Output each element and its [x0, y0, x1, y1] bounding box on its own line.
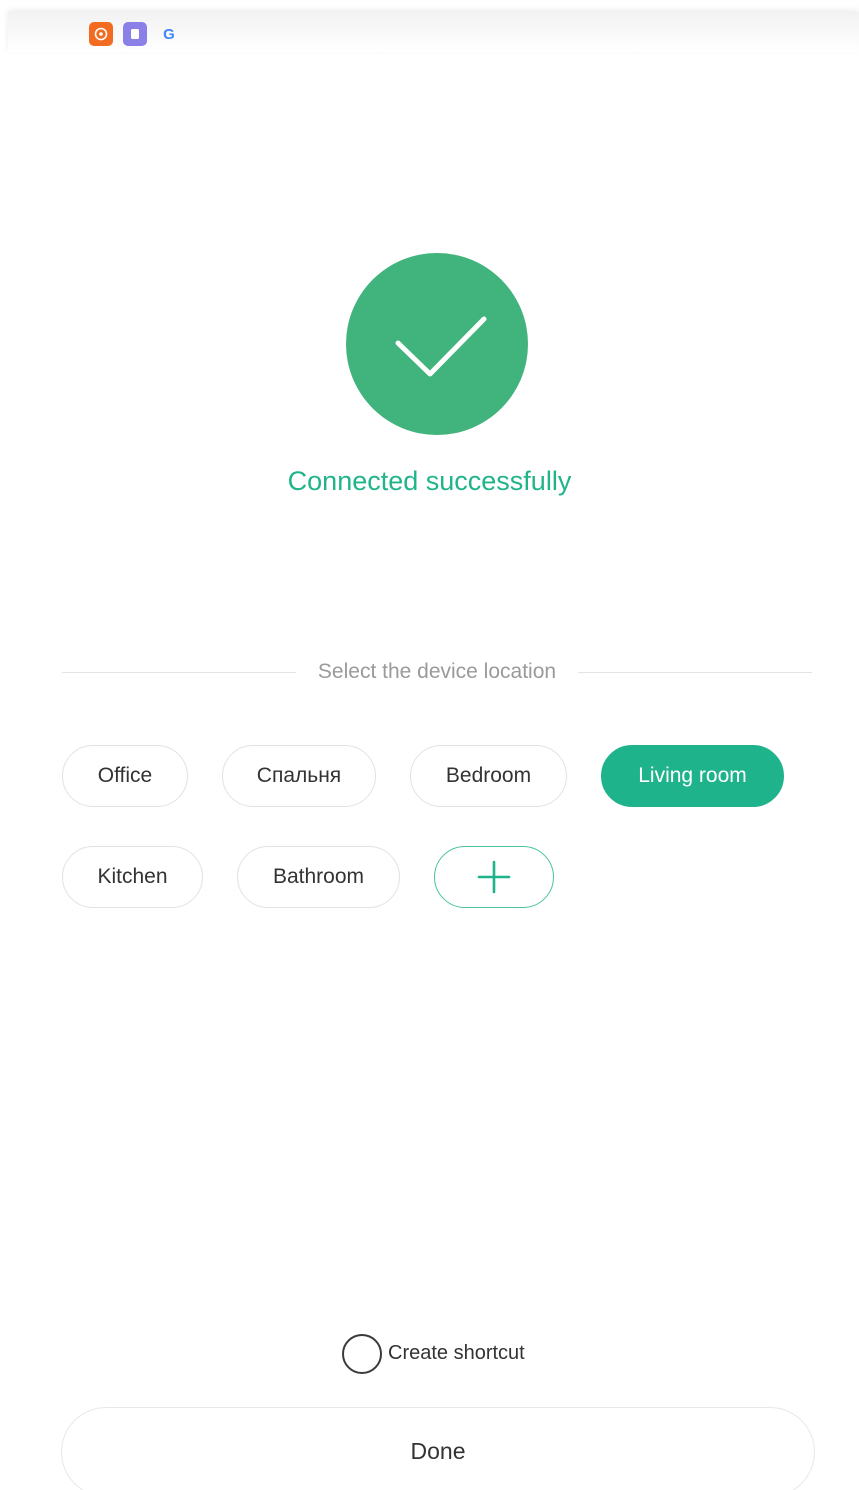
success-message: Connected successfully [287, 466, 572, 496]
create-shortcut-label[interactable]: Create shortcut [388, 1342, 525, 1365]
google-icon: G [163, 25, 175, 43]
success-circle [346, 253, 528, 435]
purple-app-icon [123, 22, 147, 46]
divider-right [578, 672, 812, 673]
add-location-button[interactable] [434, 846, 554, 908]
location-section-label: Select the device location [317, 660, 557, 683]
location-chip-bedroom[interactable]: Bedroom [410, 745, 567, 807]
orange-app-icon [89, 22, 113, 46]
location-chip-office[interactable]: Office [62, 745, 188, 807]
plus-icon [477, 860, 511, 894]
location-chip-living-room[interactable]: Living room [601, 745, 784, 807]
create-shortcut-checkbox[interactable] [342, 1334, 382, 1374]
location-chip-spalnya[interactable]: Спальня [222, 745, 376, 807]
connection-success-screen: G Connected successfully Select the devi… [0, 0, 859, 1490]
divider-left [62, 672, 296, 673]
location-chip-kitchen[interactable]: Kitchen [62, 846, 203, 908]
done-button[interactable]: Done [61, 1407, 815, 1490]
location-chip-bathroom[interactable]: Bathroom [237, 846, 400, 908]
check-icon [395, 316, 487, 377]
